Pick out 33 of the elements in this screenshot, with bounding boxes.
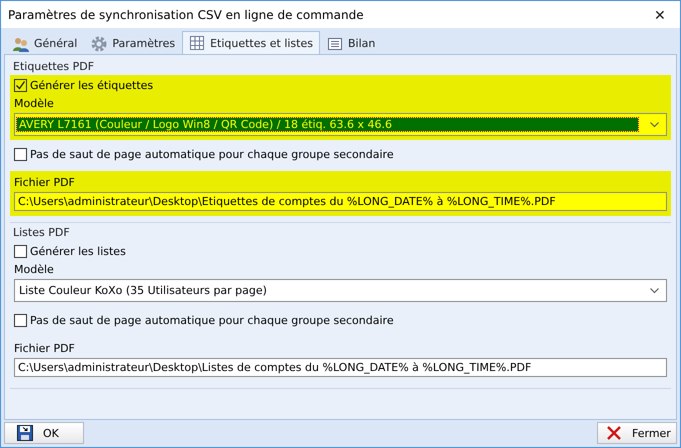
group-title: Listes PDF [12, 225, 71, 241]
chevron-down-icon [650, 122, 659, 128]
tab[interactable]: Paramètres [84, 33, 182, 54]
close-icon [606, 425, 622, 441]
field-label: Fichier PDF [14, 175, 76, 191]
checkbox-label: Générer les étiquettes [30, 79, 154, 92]
checkbox[interactable] [14, 148, 27, 161]
checkbox[interactable] [14, 79, 27, 92]
tab[interactable]: Général [6, 33, 84, 54]
field-label: Modèle [14, 262, 55, 278]
field-label: Modèle [14, 96, 55, 112]
document-icon [326, 36, 343, 52]
model-dropdown[interactable]: AVERY L7161 (Couleur / Logo Win8 / QR Code) / 18 étiq. 63.6 x 46.6 [14, 113, 667, 136]
close-dialog-button[interactable]: Fermer [597, 422, 677, 444]
model-dropdown[interactable]: Liste Couleur KoXo (35 Utilisateurs par page) [14, 279, 667, 302]
chevron-down-icon [650, 288, 659, 294]
close-button[interactable]: ✕ [640, 1, 680, 28]
checkbox[interactable] [14, 314, 27, 327]
field-label: Fichier PDF [14, 341, 76, 357]
tab[interactable]: Bilan [320, 33, 382, 54]
file-path-field[interactable]: C:\Users\administrateur\Desktop\Etiquettes de comptes du %LONG_DATE% à %LONG_TIME%.PDF [14, 192, 667, 211]
file-path-field[interactable]: C:\Users\administrateur\Desktop\Listes de comptes du %LONG_DATE% à %LONG_TIME%.PDF [14, 358, 667, 377]
users-icon [13, 36, 29, 52]
window-title: Paramètres de synchronisation CSV en ligne de commande [8, 8, 364, 22]
gear-icon [91, 36, 108, 52]
checkbox-label: Pas de saut de page automatique pour chaque groupe secondaire [30, 314, 394, 327]
checkbox-label: Générer les listes [30, 245, 126, 258]
checkbox[interactable] [14, 245, 27, 258]
ok-button[interactable]: OK [4, 422, 84, 444]
group-title: Etiquettes PDF [12, 59, 96, 75]
grid-icon [189, 35, 206, 51]
checkbox-label: Pas de saut de page automatique pour chaque groupe secondaire [30, 148, 394, 161]
tab[interactable]: Etiquettes et listes [182, 31, 320, 54]
